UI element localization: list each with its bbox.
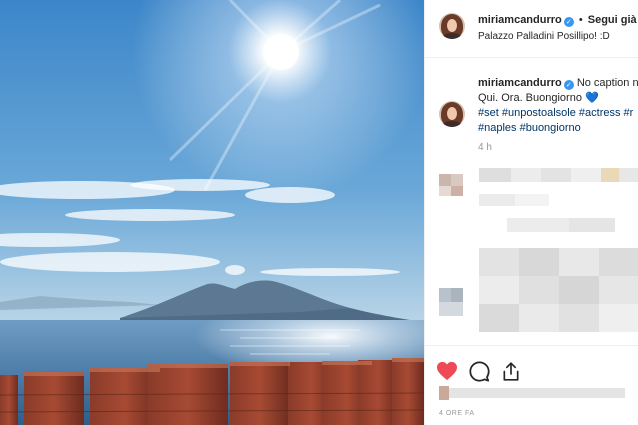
share-button[interactable] <box>500 360 522 382</box>
comment-button[interactable] <box>468 360 490 382</box>
hashtags-line2[interactable]: #naples #buongiorno <box>478 121 638 136</box>
blurred-comment-1 <box>439 168 638 238</box>
caption-username-link[interactable]: miriamcandurro <box>478 77 562 89</box>
caption-text: No caption n <box>576 77 638 89</box>
post-caption: miriamcandurro ✓ No caption n Qui. Ora. B… <box>478 76 638 136</box>
post-date: 4 ORE FA <box>439 410 475 417</box>
post-side-panel: miriamcandurro ✓ • Segui già Palazzo Pall… <box>424 0 638 425</box>
separator-dot: • <box>578 14 583 26</box>
like-button[interactable] <box>436 360 458 382</box>
blue-heart-icon: 💙 <box>585 92 599 104</box>
following-button[interactable]: Segui già <box>588 14 637 26</box>
blurred-comment-2 <box>439 248 638 336</box>
verified-badge-icon: ✓ <box>563 17 574 27</box>
post-header: miriamcandurro ✓ • Segui già Palazzo Pall… <box>425 0 638 58</box>
blurred-likes-line <box>439 386 629 400</box>
caption-avatar[interactable] <box>439 101 465 127</box>
hashtags-line1[interactable]: #set #unpostoalsole #actress #r <box>478 106 638 121</box>
location-link[interactable]: Palazzo Palladini Posillipo! :D <box>478 31 610 42</box>
username-link[interactable]: miriamcandurro <box>478 14 562 26</box>
comment-icon <box>468 360 490 382</box>
post-photo[interactable] <box>0 0 424 425</box>
heart-filled-icon <box>437 361 457 381</box>
header-line: miriamcandurro ✓ • Segui già <box>478 14 637 27</box>
post-actions-bar <box>425 345 638 391</box>
caption-line2: Qui. Ora. Buongiorno <box>478 92 582 104</box>
photo-image <box>0 0 424 425</box>
profile-avatar[interactable] <box>439 13 465 39</box>
post-time: 4 h <box>478 142 492 153</box>
caption-verified-badge-icon: ✓ <box>563 80 574 90</box>
share-icon <box>503 361 519 381</box>
